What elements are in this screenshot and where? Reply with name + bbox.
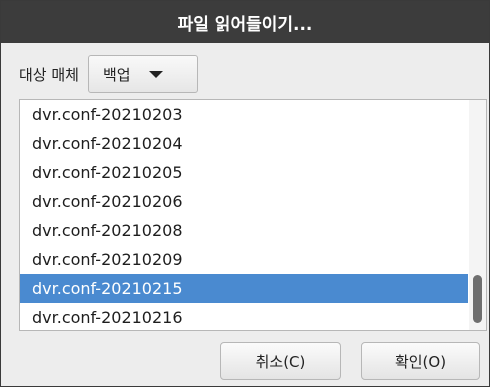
scrollbar[interactable] (469, 100, 486, 330)
file-list-item[interactable]: dvr.conf-20210206 (20, 187, 468, 216)
file-list-item[interactable]: dvr.conf-20210208 (20, 216, 468, 245)
file-list[interactable]: dvr.conf-20210203 dvr.conf-20210204 dvr.co… (19, 99, 487, 331)
dialog-title: 파일 읽어들이기... (1, 1, 489, 43)
chevron-down-icon (148, 70, 163, 78)
file-list-item[interactable]: dvr.conf-20210209 (20, 245, 468, 274)
file-list-item[interactable]: dvr.conf-20210203 (20, 100, 468, 129)
file-list-item[interactable]: dvr.conf-20210215 (20, 274, 468, 303)
file-list-item[interactable]: dvr.conf-20210205 (20, 158, 468, 187)
ok-button[interactable]: 확인(O) (361, 342, 480, 380)
file-list-items: dvr.conf-20210203 dvr.conf-20210204 dvr.co… (20, 100, 468, 330)
load-file-dialog: 파일 읽어들이기... 대상 매체 백업 dvr.conf-20210203 dv… (0, 0, 490, 387)
media-dropdown-value: 백업 (102, 65, 131, 84)
cancel-button[interactable]: 취소(C) (220, 342, 341, 380)
file-list-item[interactable]: dvr.conf-20210216 (20, 303, 468, 330)
media-label: 대상 매체 (19, 65, 79, 84)
file-list-item[interactable]: dvr.conf-20210204 (20, 129, 468, 158)
media-dropdown[interactable]: 백업 (87, 55, 198, 93)
media-row: 대상 매체 백업 (19, 54, 198, 94)
scrollbar-thumb[interactable] (473, 275, 482, 323)
